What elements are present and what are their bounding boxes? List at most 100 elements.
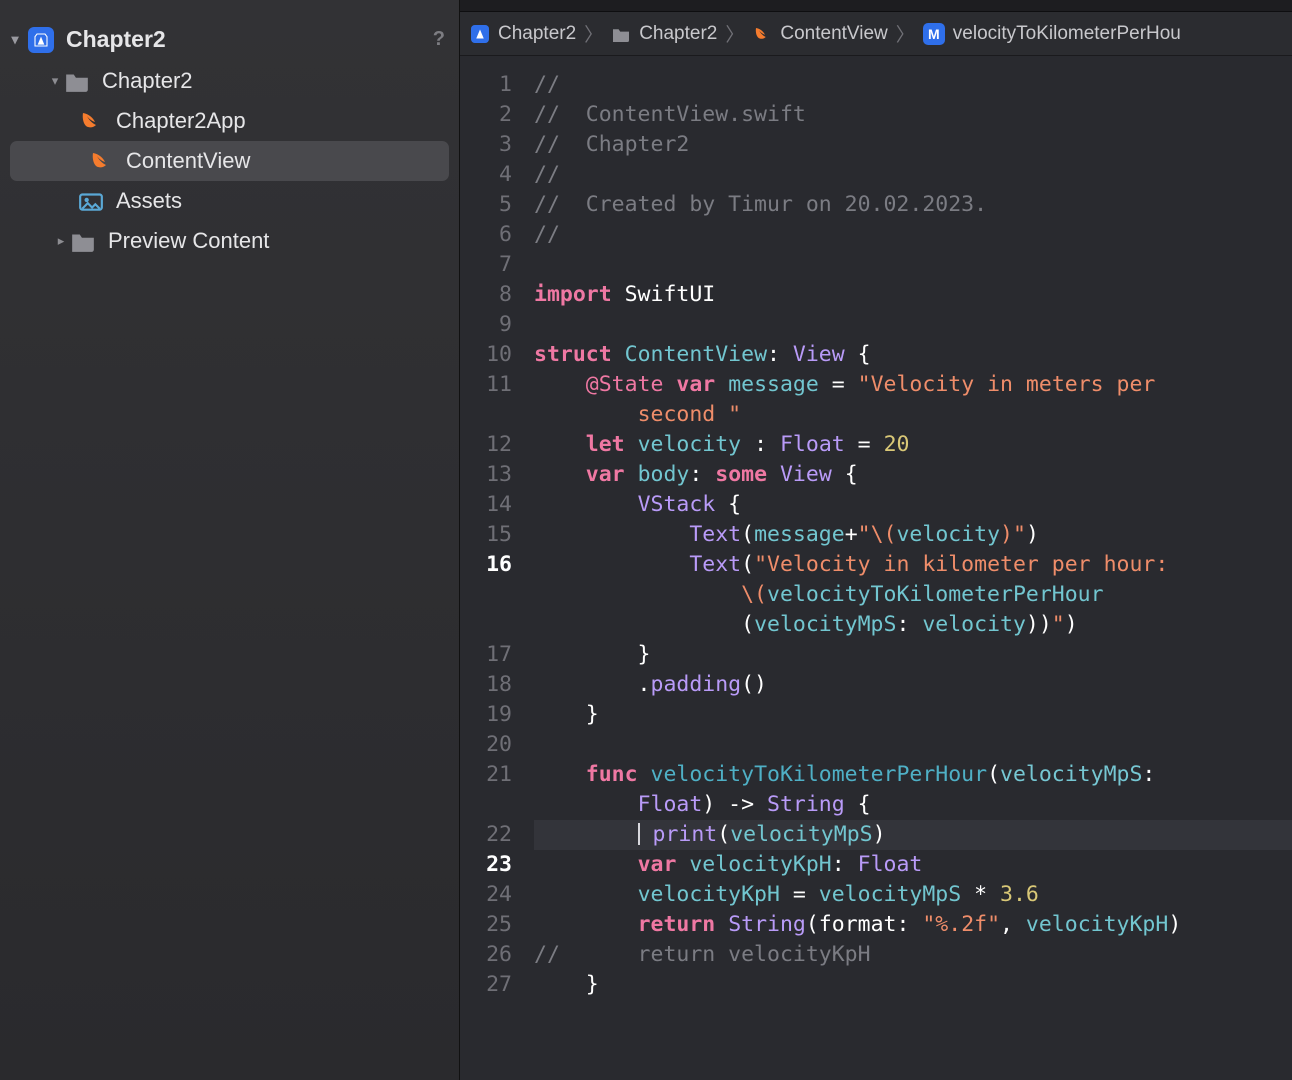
- code-line[interactable]: print(velocityMpS): [534, 820, 1292, 850]
- line-number[interactable]: 11: [460, 370, 526, 400]
- line-number[interactable]: [460, 580, 526, 610]
- line-number[interactable]: 6: [460, 220, 526, 250]
- tree-item-label: Assets: [116, 188, 182, 214]
- chevron-down-icon[interactable]: ▾: [6, 31, 24, 48]
- chevron-right-icon: 〉: [896, 20, 915, 47]
- line-number[interactable]: 8: [460, 280, 526, 310]
- code-line[interactable]: Float) -> String {: [534, 790, 1292, 820]
- line-number[interactable]: 27: [460, 970, 526, 1000]
- code-line[interactable]: VStack {: [534, 490, 1292, 520]
- code-line[interactable]: //: [534, 70, 1292, 100]
- crumb-symbol[interactable]: M velocityToKilometerPerHou: [923, 23, 1181, 45]
- tree-item-label: ContentView: [126, 148, 250, 174]
- tree-item-swift-chapter2app[interactable]: Chapter2App: [0, 101, 459, 141]
- code-line[interactable]: [534, 250, 1292, 280]
- method-icon: M: [923, 23, 945, 45]
- code-content[interactable]: //// ContentView.swift// Chapter2//// Cr…: [526, 56, 1292, 1080]
- line-number[interactable]: 2: [460, 100, 526, 130]
- code-line[interactable]: //: [534, 160, 1292, 190]
- line-number[interactable]: [460, 610, 526, 640]
- code-line[interactable]: [534, 730, 1292, 760]
- code-line[interactable]: }: [534, 700, 1292, 730]
- help-icon[interactable]: ?: [433, 28, 445, 51]
- line-number[interactable]: 15: [460, 520, 526, 550]
- line-number[interactable]: 13: [460, 460, 526, 490]
- code-line[interactable]: struct ContentView: View {: [534, 340, 1292, 370]
- project-navigator: ▾ Chapter2 ? ▾ Chapter2 Chapter2App: [0, 0, 460, 1080]
- code-line[interactable]: Text(message+"\(velocity)"): [534, 520, 1292, 550]
- chevron-down-icon[interactable]: ▾: [46, 73, 64, 89]
- code-line[interactable]: var velocityKpH: Float: [534, 850, 1292, 880]
- line-number[interactable]: 10: [460, 340, 526, 370]
- code-line[interactable]: //: [534, 220, 1292, 250]
- crumb-folder[interactable]: Chapter2: [611, 23, 717, 45]
- code-line[interactable]: var body: some View {: [534, 460, 1292, 490]
- editor-pane: Chapter2 〉 Chapter2 〉 ContentView 〉 M ve…: [460, 0, 1292, 1080]
- line-number-gutter[interactable]: 1234567891011121314151617181920212223242…: [460, 56, 526, 1080]
- crumb-label: Chapter2: [639, 23, 717, 45]
- crumb-label: ContentView: [780, 23, 887, 45]
- line-number[interactable]: 7: [460, 250, 526, 280]
- line-number[interactable]: 9: [460, 310, 526, 340]
- folder-icon: [70, 230, 96, 252]
- code-line[interactable]: }: [534, 640, 1292, 670]
- line-number[interactable]: 21: [460, 760, 526, 790]
- code-line[interactable]: second ": [534, 400, 1292, 430]
- code-line[interactable]: @State var message = "Velocity in meters…: [534, 370, 1292, 400]
- line-number[interactable]: 26: [460, 940, 526, 970]
- crumb-label: Chapter2: [498, 23, 576, 45]
- tree-item-swift-contentview[interactable]: ContentView: [10, 141, 449, 181]
- code-line[interactable]: velocityKpH = velocityMpS * 3.6: [534, 880, 1292, 910]
- code-line[interactable]: import SwiftUI: [534, 280, 1292, 310]
- code-line[interactable]: // Created by Timur on 20.02.2023.: [534, 190, 1292, 220]
- line-number[interactable]: 25: [460, 910, 526, 940]
- code-line[interactable]: [534, 310, 1292, 340]
- line-number[interactable]: 20: [460, 730, 526, 760]
- xcode-project-icon: [470, 24, 490, 44]
- code-line[interactable]: func velocityToKilometerPerHour(velocity…: [534, 760, 1292, 790]
- tree-item-label: Chapter2: [102, 68, 193, 94]
- code-line[interactable]: // return velocityKpH: [534, 940, 1292, 970]
- tree-item-assets[interactable]: Assets: [0, 181, 459, 221]
- breadcrumb[interactable]: Chapter2 〉 Chapter2 〉 ContentView 〉 M ve…: [460, 12, 1292, 56]
- file-tree: ▾ Chapter2 Chapter2App ContentView: [0, 61, 459, 261]
- line-number[interactable]: 24: [460, 880, 526, 910]
- line-number[interactable]: [460, 400, 526, 430]
- project-header[interactable]: ▾ Chapter2 ?: [0, 18, 459, 61]
- crumb-label: velocityToKilometerPerHou: [953, 23, 1181, 45]
- app-root: ▾ Chapter2 ? ▾ Chapter2 Chapter2App: [0, 0, 1292, 1080]
- line-number[interactable]: 16: [460, 550, 526, 580]
- line-number[interactable]: [460, 790, 526, 820]
- line-number[interactable]: 19: [460, 700, 526, 730]
- swift-file-icon: [752, 24, 772, 44]
- code-line[interactable]: Text("Velocity in kilometer per hour:: [534, 550, 1292, 580]
- line-number[interactable]: 17: [460, 640, 526, 670]
- tree-item-folder-chapter2[interactable]: ▾ Chapter2: [0, 61, 459, 101]
- code-line[interactable]: }: [534, 970, 1292, 1000]
- code-line[interactable]: \(velocityToKilometerPerHour: [534, 580, 1292, 610]
- code-line[interactable]: .padding(): [534, 670, 1292, 700]
- line-number[interactable]: 5: [460, 190, 526, 220]
- line-number[interactable]: 4: [460, 160, 526, 190]
- chevron-right-icon: 〉: [584, 20, 603, 47]
- crumb-file[interactable]: ContentView: [752, 23, 887, 45]
- line-number[interactable]: 22: [460, 820, 526, 850]
- line-number[interactable]: 18: [460, 670, 526, 700]
- line-number[interactable]: 12: [460, 430, 526, 460]
- line-number[interactable]: 23: [460, 850, 526, 880]
- crumb-project[interactable]: Chapter2: [470, 23, 576, 45]
- code-line[interactable]: let velocity : Float = 20: [534, 430, 1292, 460]
- code-line[interactable]: (velocityMpS: velocity))"): [534, 610, 1292, 640]
- code-editor[interactable]: 1234567891011121314151617181920212223242…: [460, 56, 1292, 1080]
- code-line[interactable]: // Chapter2: [534, 130, 1292, 160]
- code-line[interactable]: // ContentView.swift: [534, 100, 1292, 130]
- line-number[interactable]: 1: [460, 70, 526, 100]
- chevron-right-icon[interactable]: ▸: [52, 233, 70, 249]
- tree-item-folder-preview-content[interactable]: ▸ Preview Content: [0, 221, 459, 261]
- line-number[interactable]: 3: [460, 130, 526, 160]
- code-line[interactable]: return String(format: "%.2f", velocityKp…: [534, 910, 1292, 940]
- line-number[interactable]: 14: [460, 490, 526, 520]
- assets-icon: [78, 190, 104, 212]
- project-name: Chapter2: [66, 26, 166, 53]
- tab-strip[interactable]: [460, 0, 1292, 12]
